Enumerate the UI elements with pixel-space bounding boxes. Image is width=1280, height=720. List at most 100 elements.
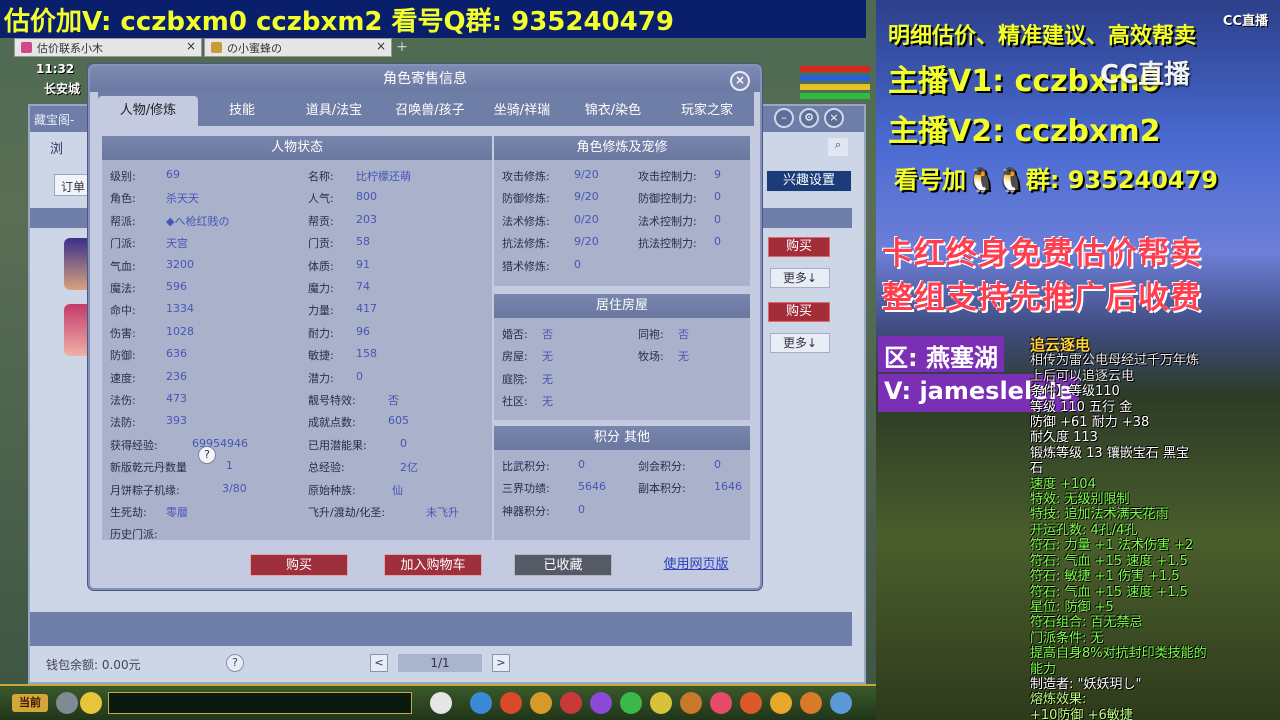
field-value: 0 [714,235,721,249]
field-value: 0 [714,212,721,226]
field-value: 596 [166,280,187,293]
microphone-icon[interactable] [56,692,78,714]
order-tab[interactable]: 订单 [54,174,92,196]
settings-icon[interactable]: ⚙ [799,108,819,128]
add-to-cart-button[interactable]: 加入购物车 [384,554,482,576]
buy-button[interactable]: 购买 [768,237,830,257]
tooltip-line: 符石: 力量 +1 法术伤害 +2 [1030,538,1194,554]
field-value: 否 [542,328,553,341]
field-label: 历史门派: [110,528,158,542]
field-value: 1028 [166,324,194,338]
close-icon[interactable]: × [824,108,844,128]
tooltip-line: 制造者: "妖妖玥し" [1030,676,1142,692]
menu-icon[interactable] [830,692,852,714]
field-label: 猎术修炼: [502,259,550,273]
field-label: 牧场: [638,350,664,364]
field-label: 已用潜能果: [308,438,367,452]
browser-tab-2[interactable]: の小蜜蜂の × [204,38,392,57]
promo-line-1: 卡红终身免费估价帮卖 [882,236,1202,272]
field-label: 门派: [110,237,136,251]
sp-bar [800,84,870,90]
field-value: 1334 [166,302,194,316]
cc-live-watermark: CC直播 [1100,60,1191,90]
field-value: 1 [226,459,233,473]
emoji-icon[interactable] [80,692,102,714]
chat-channel-button[interactable]: 当前 [12,694,48,712]
tab-mounts[interactable]: 坐骑/祥瑞 [478,96,566,126]
pet-icon[interactable] [430,692,452,714]
minimize-icon[interactable]: – [774,108,794,128]
field-value: 605 [388,414,409,428]
tab-home[interactable]: 玩家之家 [660,96,754,126]
field-label: 社区: [502,395,528,409]
field-value: 203 [356,212,377,226]
battle-icon[interactable] [740,692,762,714]
tooltip-line: 符石: 敏捷 +1 伤害 +1.5 [1030,569,1180,585]
field-label: 速度: [110,371,136,385]
more-button[interactable]: 更多↓ [770,333,830,353]
mall-icon[interactable] [680,692,702,714]
field-label: 门贡: [308,237,334,251]
close-icon[interactable]: × [730,71,750,91]
field-value: 5646 [578,480,606,494]
field-value: 否 [388,394,399,407]
tab-items[interactable]: 道具/法宝 [286,96,382,126]
field-value: 天宫 [166,237,188,251]
field-value: 未飞升 [426,506,459,519]
panel-title: 角色修炼及宠修 [494,136,750,160]
tab-costumes[interactable]: 锦衣/染色 [566,96,660,126]
skill-icon[interactable] [470,692,492,714]
tab-character[interactable]: 人物/修炼 [98,96,198,126]
chat-input[interactable] [108,692,412,714]
stream-overlay: CC直播 明细估价、精准建议、高效帮卖 主播V1: cczbxm0 CC直播 主… [876,0,1280,720]
tooltip-line: 防御 +61 耐力 +38 [1030,415,1150,431]
buy-button[interactable]: 购买 [768,302,830,322]
field-label: 气血: [110,259,136,273]
help-icon[interactable]: ? [198,446,216,464]
buy-button[interactable]: 购买 [250,554,348,576]
field-label: 敏捷: [308,349,334,363]
field-value: 473 [166,392,187,405]
next-page-button[interactable]: > [492,654,510,672]
field-value: 比柠檬还萌 [356,170,411,183]
field-value: 3/80 [222,481,247,495]
field-value: 417 [356,302,377,316]
field-label: 庭院: [502,372,528,386]
help-icon[interactable]: ? [226,654,244,672]
browser-tab-1[interactable]: 估价联系小木 × [14,38,202,57]
field-value: 74 [356,280,370,293]
tab-skills[interactable]: 技能 [198,96,286,126]
guild-icon[interactable] [620,692,642,714]
favorited-button[interactable]: 已收藏 [514,554,612,576]
reward-icon[interactable] [770,692,792,714]
friend-icon[interactable] [590,692,612,714]
field-value: 0 [356,369,363,383]
quest-icon[interactable] [650,692,672,714]
field-label: 抗法控制力: [638,237,697,251]
prev-page-button[interactable]: < [370,654,388,672]
field-label: 攻击修炼: [502,170,550,183]
tab-pets[interactable]: 召唤兽/孩子 [382,96,478,126]
field-label: 生死劫: [110,506,147,519]
streamer-v2: 主播V2: cczbxm2 [888,114,1161,149]
field-label: 潜力: [308,371,334,385]
close-tab-icon[interactable]: × [376,39,386,53]
field-label: 获得经验: [110,438,158,452]
search-icon[interactable]: ⌕ [828,138,848,156]
new-tab-icon[interactable]: + [394,38,410,57]
team-icon[interactable] [530,692,552,714]
field-label: 婚否: [502,328,528,341]
field-label: 总经验: [308,461,345,475]
field-label: 抗法修炼: [502,237,550,251]
gift-icon[interactable] [560,692,582,714]
event-icon[interactable] [710,692,732,714]
field-value: 96 [356,324,370,338]
close-tab-icon[interactable]: × [186,39,196,53]
field-label: 防御修炼: [502,192,550,206]
more-button[interactable]: 更多↓ [770,268,830,288]
system-icon[interactable] [800,692,822,714]
web-version-link[interactable]: 使用网页版 [656,554,736,576]
tooltip-line: 锻炼等级 13 镶嵌宝石 黑宝 [1030,445,1189,461]
item-icon[interactable] [500,692,522,714]
interest-settings-button[interactable]: 兴趣设置 [766,170,852,192]
